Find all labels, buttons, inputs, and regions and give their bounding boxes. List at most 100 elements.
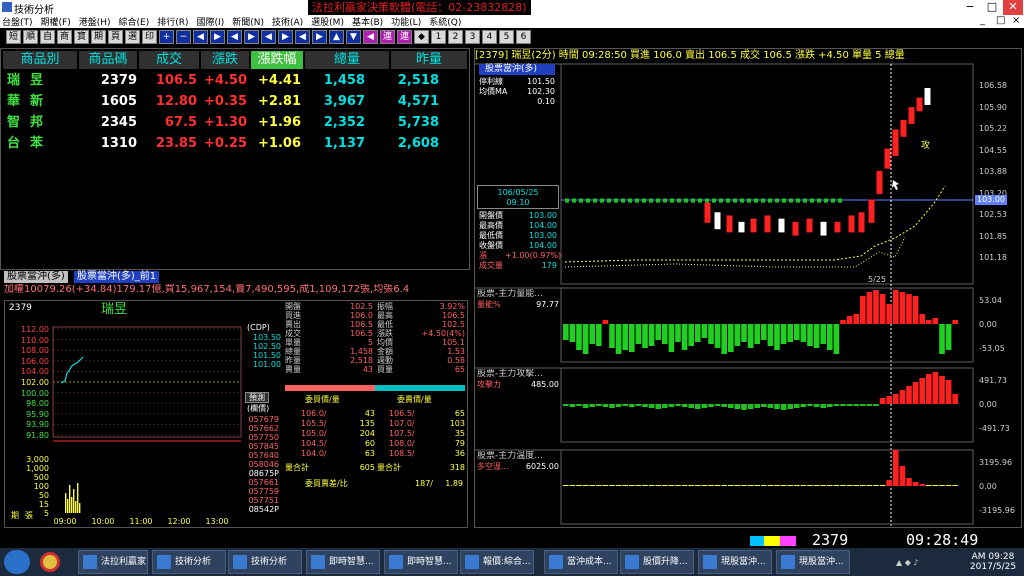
menu-screening[interactable]: 選股(M)	[311, 18, 344, 28]
start-button[interactable]	[4, 550, 30, 574]
toolbar-button-26[interactable]: 2	[448, 30, 463, 44]
quote-row[interactable]: 智邦 2345 67.5 +1.30 +1.96 2,352 5,738	[1, 113, 469, 133]
quote-code: 2345	[100, 115, 137, 130]
candle-flat	[796, 198, 800, 203]
mdi-close-button[interactable]: ×	[1012, 15, 1020, 26]
energy-bar-neg	[655, 324, 661, 340]
toolbar-button-16[interactable]: ▶	[278, 30, 293, 44]
energy-bar-pos	[879, 294, 886, 324]
sub-pane-title-attack[interactable]: 股票-主力攻擊...	[477, 369, 561, 379]
taskbar-item[interactable]: 現股當沖...	[698, 550, 772, 574]
header-prev-volume[interactable]: 昨量	[391, 51, 467, 69]
info-value: 3.92%	[439, 302, 465, 311]
tab-daytrade-long-prev[interactable]: 股票當沖(多)_前1	[74, 271, 160, 283]
toolbar-button-0[interactable]: 短	[6, 30, 21, 44]
taskbar-item[interactable]: 即時智慧...	[384, 550, 458, 574]
menu-hk[interactable]: 港盤(H)	[79, 18, 111, 28]
taskbar-item[interactable]: 現股當沖...	[776, 550, 850, 574]
maximize-button[interactable]: □	[982, 0, 1002, 15]
menu-technical[interactable]: 技術(A)	[272, 18, 303, 28]
toolbar-button-9[interactable]: +	[159, 30, 174, 44]
mdi-minimize-button[interactable]: _	[980, 15, 985, 26]
taskbar-item[interactable]: 技術分析	[152, 550, 226, 574]
toolbar-button-10[interactable]: −	[176, 30, 191, 44]
quote-row[interactable]: 華新 1605 12.80 +0.35 +2.81 3,967 4,571	[1, 92, 469, 112]
quote-chg: +1.30	[204, 115, 247, 130]
toolbar-button-12[interactable]: ▶	[210, 30, 225, 44]
toolbar-button-5[interactable]: 期	[91, 30, 106, 44]
predict-button[interactable]: 預測	[245, 392, 269, 403]
volume-axis-label: 50	[38, 491, 49, 500]
toolbar-button-13[interactable]: ◀	[227, 30, 242, 44]
taskbar-item[interactable]: 技術分析	[228, 550, 302, 574]
taskbar-item[interactable]: 報價:綜合...	[460, 550, 534, 574]
status-time: 09:28:49	[906, 531, 979, 549]
ohlc-value: 103.00	[529, 211, 557, 220]
header-volume[interactable]: 總量	[305, 51, 389, 69]
taskbar-item[interactable]: 即時智慧...	[306, 550, 380, 574]
toolbar-button-20[interactable]: ▼	[346, 30, 361, 44]
menu-function[interactable]: 功能(L)	[391, 18, 421, 28]
menu-fundamental[interactable]: 基本(B)	[352, 18, 383, 28]
toolbar-button-11[interactable]: ◀	[193, 30, 208, 44]
minimize-button[interactable]: −	[960, 0, 980, 15]
candle-flat	[803, 198, 807, 203]
tray-icons[interactable]: ▲ ◆ ♪	[896, 558, 946, 567]
toolbar-button-18[interactable]: ▶	[312, 30, 327, 44]
toolbar-button-8[interactable]: 印	[142, 30, 157, 44]
ask-price: 107.0/	[389, 419, 415, 428]
toolbar-button-21[interactable]: ◀	[363, 30, 378, 44]
toolbar-button-7[interactable]: 選	[125, 30, 140, 44]
toolbar-button-27[interactable]: 3	[465, 30, 480, 44]
menu-ranking[interactable]: 排行(R)	[157, 18, 188, 28]
mdi-maximize-button[interactable]: □	[996, 15, 1005, 26]
toolbar-button-3[interactable]: 商	[57, 30, 72, 44]
toolbar-button-24[interactable]: ◆	[414, 30, 429, 44]
toolbar-button-29[interactable]: 5	[499, 30, 514, 44]
candle-flat	[593, 198, 597, 203]
chrome-icon[interactable]	[40, 552, 60, 572]
quote-row[interactable]: 瑞昱 2379 106.5 +4.50 +4.41 1,458 2,518	[1, 71, 469, 91]
toolbar-button-19[interactable]: ▲	[329, 30, 344, 44]
taskbar-item[interactable]: 法拉利贏家	[78, 550, 148, 574]
menu-taipan[interactable]: 台盤(T)	[2, 18, 33, 28]
toolbar-button-2[interactable]: 自	[40, 30, 55, 44]
taskbar-item-icon	[465, 555, 479, 569]
energy-bar-pos	[853, 314, 859, 324]
bid-price: 105.0/	[301, 429, 327, 438]
quote-row[interactable]: 台苯 1310 23.85 +0.25 +1.06 1,137 2,608	[1, 134, 469, 154]
sub-pane-title-temperature[interactable]: 股票-主力溫度...	[477, 451, 561, 461]
toolbar-button-1[interactable]: 順	[23, 30, 38, 44]
tab-daytrade-long[interactable]: 股票當沖(多)	[4, 271, 68, 283]
toolbar-button-17[interactable]: ◀	[295, 30, 310, 44]
energy-bar-pos	[926, 320, 932, 324]
menu-composite[interactable]: 綜合(E)	[119, 18, 150, 28]
header-product-name[interactable]: 商品別	[3, 51, 77, 69]
toolbar-button-23[interactable]: 連	[397, 30, 412, 44]
info-value: 5	[367, 338, 373, 347]
menu-system[interactable]: 系統(Q)	[429, 18, 461, 28]
sub-pane-title-energy[interactable]: 股票-主力量能...	[477, 289, 561, 299]
taskbar-item[interactable]: 當沖成本...	[544, 550, 618, 574]
tray-clock[interactable]: AM 09:28 2017/5/25	[968, 552, 1018, 572]
attack-bar-neg	[734, 404, 741, 409]
header-change[interactable]: 漲跌	[201, 51, 249, 69]
toolbar-button-28[interactable]: 4	[482, 30, 497, 44]
header-change-pct[interactable]: 漲跌幅	[251, 51, 303, 69]
header-price[interactable]: 成交	[139, 51, 199, 69]
candle	[792, 221, 799, 236]
toolbar-button-25[interactable]: 1	[431, 30, 446, 44]
taskbar-item[interactable]: 股價升降...	[620, 550, 694, 574]
close-button[interactable]: ✕	[1003, 0, 1023, 15]
toolbar-button-4[interactable]: 寶	[74, 30, 89, 44]
toolbar-button-15[interactable]: ◀	[261, 30, 276, 44]
toolbar-button-14[interactable]: ▶	[244, 30, 259, 44]
menu-international[interactable]: 國際(I)	[197, 18, 225, 28]
header-product-code[interactable]: 商品碼	[79, 51, 137, 69]
legend-title[interactable]: 股票當沖(多)	[479, 64, 555, 75]
menu-news[interactable]: 新聞(N)	[232, 18, 264, 28]
toolbar-button-6[interactable]: 頁	[108, 30, 123, 44]
toolbar-button-30[interactable]: 6	[516, 30, 531, 44]
toolbar-button-22[interactable]: 連	[380, 30, 395, 44]
menu-futures[interactable]: 期權(F)	[41, 18, 71, 28]
